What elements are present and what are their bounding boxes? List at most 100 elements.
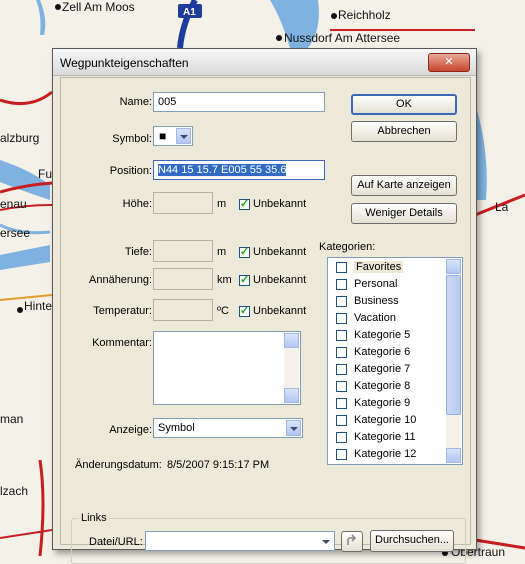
name-field[interactable]: 005 [153, 92, 325, 112]
category-checkbox[interactable] [336, 432, 347, 443]
highway-a1-text: A1 [183, 7, 196, 18]
url-label: Datei/URL: [89, 536, 143, 548]
list-item[interactable]: Vacation [334, 311, 450, 328]
hoehe-label: Höhe: [122, 198, 152, 210]
less-details-button[interactable]: Weniger Details [351, 203, 457, 224]
hoehe-unit: m [217, 198, 227, 210]
scroll-thumb[interactable] [446, 275, 461, 415]
category-label: Kategorie 5 [354, 329, 411, 341]
map-label-enau: enau [0, 197, 27, 211]
annaeherung-unit: km [217, 274, 232, 286]
map-label-nussdorf: Nussdorf Am Attersee [284, 31, 401, 45]
hoehe-unknown-checkbox[interactable] [239, 197, 250, 210]
categories-label: Kategorien: [319, 241, 376, 253]
category-label: Kategorie 6 [354, 346, 411, 358]
annaeherung-unknown-checkbox[interactable] [239, 273, 250, 286]
waypoint-properties-dialog: Wegpunkteigenschaften ✕ Name: 005 Symbol… [52, 48, 477, 564]
temperatur-unknown-checkbox[interactable] [239, 304, 250, 317]
kommentar-scrollbar[interactable] [284, 333, 299, 403]
category-label: Kategorie 7 [354, 363, 411, 375]
cancel-button[interactable]: Abbrechen [351, 121, 457, 142]
category-checkbox[interactable] [336, 364, 347, 375]
open-link-button[interactable] [341, 531, 363, 552]
category-checkbox[interactable] [336, 415, 347, 426]
temperatur-label: Temperatur: [93, 305, 152, 317]
chevron-down-icon[interactable] [176, 128, 191, 144]
modified-date-value: 8/5/2007 9:15:17 PM [167, 459, 270, 471]
symbol-picker[interactable]: ■ [153, 126, 193, 146]
list-item[interactable]: Kategorie 9 [334, 396, 450, 413]
browse-button[interactable]: Durchsuchen... [370, 530, 454, 552]
category-label: Kategorie 8 [354, 380, 411, 392]
category-checkbox[interactable] [336, 347, 347, 358]
modified-date-label: Änderungsdatum: [75, 459, 162, 471]
close-button[interactable]: ✕ [428, 53, 470, 72]
url-combobox[interactable] [145, 531, 335, 551]
categories-scrollbar[interactable] [446, 259, 461, 463]
category-checkbox[interactable] [336, 398, 347, 409]
tiefe-unknown-checkbox[interactable] [239, 245, 250, 258]
follow-link-icon [347, 534, 357, 545]
hoehe-unknown-label: Unbekannt [253, 198, 307, 210]
list-item[interactable]: Favorites [334, 260, 450, 277]
list-item[interactable]: Kategorie 11 [334, 430, 450, 447]
chevron-down-icon[interactable] [318, 533, 333, 549]
category-checkbox[interactable] [336, 313, 347, 324]
category-label: Kategorie 11 [354, 431, 416, 443]
category-checkbox[interactable] [336, 279, 347, 290]
kommentar-textarea[interactable] [153, 331, 301, 405]
map-label-reichholz: Reichholz [338, 8, 391, 22]
hoehe-field[interactable] [153, 192, 213, 214]
category-checkbox[interactable] [336, 330, 347, 341]
temperatur-unknown-label: Unbekannt [253, 305, 307, 317]
scroll-down-icon[interactable] [446, 448, 461, 463]
kommentar-label: Kommentar: [92, 337, 152, 349]
tiefe-label: Tiefe: [124, 246, 152, 258]
position-label: Position: [109, 165, 152, 177]
map-label-lzach: lzach [0, 484, 29, 498]
annaeherung-field[interactable] [153, 268, 213, 290]
category-label: Kategorie 12 [354, 448, 417, 460]
scroll-down-icon[interactable] [284, 388, 299, 403]
map-label-la: La [495, 200, 509, 214]
dialog-title: Wegpunkteigenschaften [60, 56, 189, 70]
category-checkbox[interactable] [336, 296, 347, 307]
categories-list[interactable]: Favorites Personal Business Vacation Kat… [327, 257, 463, 465]
map-label-hinte: Hinte [24, 299, 53, 313]
tiefe-unknown-label: Unbekannt [253, 246, 307, 258]
map-label-salzburg: alzburg [0, 131, 40, 145]
temperatur-field[interactable] [153, 299, 213, 321]
anzeige-value: Symbol [158, 422, 195, 434]
show-on-map-button[interactable]: Auf Karte anzeigen [351, 175, 457, 196]
annaeherung-unknown-label: Unbekannt [253, 274, 307, 286]
list-item[interactable]: Business [334, 294, 450, 311]
scroll-up-icon[interactable] [284, 333, 299, 348]
scroll-up-icon[interactable] [446, 259, 461, 274]
list-item[interactable]: Kategorie 5 [334, 328, 450, 345]
list-item[interactable]: Kategorie 10 [334, 413, 450, 430]
category-label: Business [354, 295, 399, 307]
map-label-man: man [0, 412, 24, 426]
category-label: Kategorie 9 [354, 397, 411, 409]
temperatur-unit: ºC [217, 305, 229, 317]
list-item[interactable]: Kategorie 12 [334, 447, 450, 464]
dialog-titlebar[interactable]: Wegpunkteigenschaften ✕ [53, 49, 476, 76]
tiefe-field[interactable] [153, 240, 213, 262]
close-icon: ✕ [444, 56, 454, 68]
position-field[interactable]: N44 15 15.7 E005 55 35.6 [153, 160, 325, 180]
list-item[interactable]: Kategorie 7 [334, 362, 450, 379]
links-group-title: Links [79, 512, 109, 524]
position-value: N44 15 15.7 E005 55 35.6 [158, 164, 287, 176]
category-label: Personal [354, 278, 398, 290]
list-item[interactable]: Kategorie 6 [334, 345, 450, 362]
list-item[interactable]: Personal [334, 277, 450, 294]
ok-button[interactable]: OK [351, 94, 457, 115]
symbol-label: Symbol: [112, 133, 152, 145]
category-checkbox[interactable] [336, 262, 347, 273]
category-label: Kategorie 10 [354, 414, 417, 426]
category-checkbox[interactable] [336, 449, 347, 460]
list-item[interactable]: Kategorie 8 [334, 379, 450, 396]
chevron-down-icon[interactable] [286, 420, 301, 436]
anzeige-select[interactable]: Symbol [153, 418, 303, 438]
category-checkbox[interactable] [336, 381, 347, 392]
